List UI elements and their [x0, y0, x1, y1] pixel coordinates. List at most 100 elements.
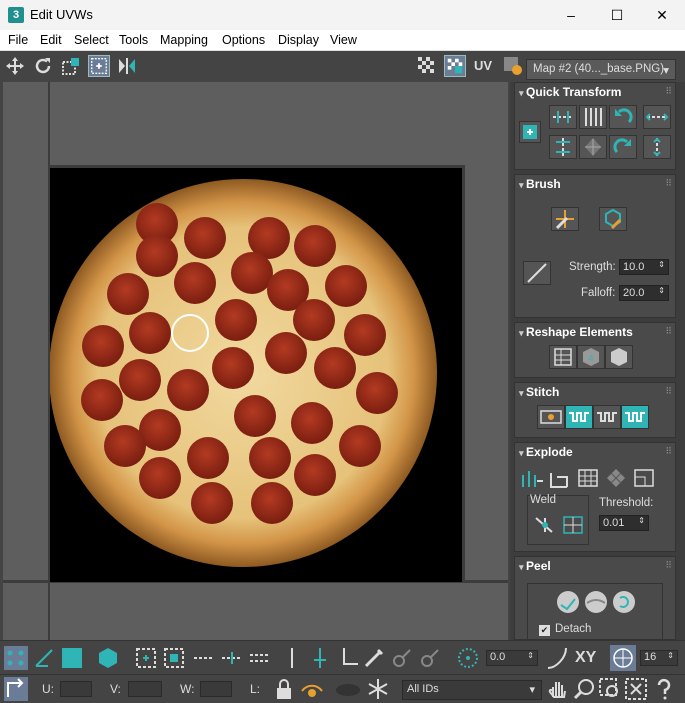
checker-icon[interactable]	[416, 55, 438, 77]
absolute-relative-icon[interactable]	[4, 677, 28, 701]
menu-view[interactable]: View	[330, 33, 357, 47]
peel-reset-icon[interactable]	[611, 589, 637, 615]
align-left-button[interactable]	[643, 105, 671, 129]
rectify-button[interactable]	[605, 345, 633, 369]
align-vertical-button[interactable]	[549, 135, 577, 159]
menu-file[interactable]: File	[8, 33, 28, 47]
point-to-point-icon[interactable]	[308, 646, 332, 670]
paint-shrink-icon[interactable]	[418, 646, 442, 670]
detach-checkbox[interactable]: ✔	[539, 625, 550, 636]
loop-icon[interactable]	[192, 646, 216, 670]
quick-align-button[interactable]	[519, 121, 541, 143]
vertex-select-icon[interactable]	[4, 646, 28, 670]
detach-edge-button[interactable]	[547, 467, 575, 491]
minimize-button[interactable]: –	[548, 0, 594, 30]
rollout-quick-transform: Quick Transform ⠿	[514, 82, 676, 170]
lock-icon[interactable]	[274, 678, 294, 700]
zoom-region-icon[interactable]	[598, 677, 622, 701]
curve-icon[interactable]	[546, 646, 570, 670]
explode-grid-button[interactable]	[575, 467, 603, 491]
rollout-stitch-title[interactable]: Stitch	[519, 385, 559, 399]
menu-select[interactable]: Select	[74, 33, 109, 47]
straighten-button[interactable]	[549, 345, 577, 369]
falloff-spinner[interactable]: 20.0 ⇕	[619, 285, 669, 301]
menu-tools[interactable]: Tools	[119, 33, 148, 47]
loop-grow-icon[interactable]	[220, 646, 244, 670]
shrink-selection-icon[interactable]	[162, 646, 186, 670]
close-button[interactable]: ✕	[639, 0, 685, 30]
threshold-spinner[interactable]: 0.01 ⇕	[599, 515, 649, 531]
menu-display[interactable]: Display	[278, 33, 319, 47]
map-select[interactable]: Map #2 (40..._base.PNG) ▾	[526, 59, 676, 80]
grid-snap-icon[interactable]	[610, 645, 636, 671]
weld-selected-icon[interactable]	[560, 514, 586, 536]
menu-mapping[interactable]: Mapping	[160, 33, 208, 47]
xy-toggle[interactable]: XY	[575, 649, 596, 667]
grip-icon: ⠿	[665, 386, 672, 396]
freeze-icon[interactable]	[366, 677, 390, 701]
detach-label: Detach	[555, 623, 592, 635]
rotate-icon[interactable]	[32, 55, 54, 77]
menu-options[interactable]: Options	[222, 33, 265, 47]
spinner-arrows-icon: ⇕	[658, 286, 665, 295]
edge-select-icon[interactable]	[32, 646, 56, 670]
explode-custom-button[interactable]	[631, 467, 659, 491]
space-horizontal-button[interactable]	[579, 135, 607, 159]
align-horizontal-button[interactable]	[549, 105, 577, 129]
relax-brush-button[interactable]	[599, 207, 627, 231]
ring-grow-icon[interactable]	[280, 646, 304, 670]
break-button[interactable]	[519, 467, 547, 491]
rollout-explode-title[interactable]: Explode	[519, 445, 573, 459]
angle-spinner[interactable]: 0.0 ⇕	[486, 650, 538, 666]
map-settings-icon[interactable]	[502, 55, 524, 77]
menu-edit[interactable]: Edit	[40, 33, 62, 47]
paint-select-icon[interactable]	[362, 646, 386, 670]
quick-peel-icon[interactable]	[555, 589, 581, 615]
maximize-button[interactable]: ☐	[594, 0, 640, 30]
stitch-to-target-button[interactable]	[565, 405, 593, 429]
v-field[interactable]	[128, 681, 162, 697]
stitch-custom-button[interactable]	[537, 405, 565, 429]
weld-target-icon[interactable]	[532, 514, 558, 536]
pan-hand-icon[interactable]	[546, 677, 570, 701]
eye-icon[interactable]	[300, 679, 324, 701]
edge-loop-icon[interactable]	[336, 646, 360, 670]
align-top-button[interactable]	[643, 135, 671, 159]
hide-icon[interactable]	[334, 679, 362, 701]
brush-falloff-button[interactable]	[523, 261, 551, 285]
texture-checker-icon[interactable]	[444, 55, 466, 77]
grid-size-spinner[interactable]: 16 ⇕	[640, 650, 678, 666]
element-select-icon[interactable]	[96, 646, 120, 670]
rollout-reshape-title[interactable]: Reshape Elements	[519, 325, 633, 339]
move-icon[interactable]	[4, 55, 26, 77]
space-vertical-button[interactable]	[579, 105, 607, 129]
polygon-select-icon[interactable]	[60, 646, 84, 670]
rollout-brush-title[interactable]: Brush	[519, 177, 561, 191]
uv-toggle-button[interactable]: UV	[474, 58, 492, 73]
rollout-peel-title[interactable]: Peel	[519, 559, 551, 573]
mirror-icon[interactable]	[116, 55, 138, 77]
explode-checker-button[interactable]	[603, 467, 631, 491]
rotate-cw-button[interactable]	[609, 135, 637, 159]
stitch-average-button[interactable]	[593, 405, 621, 429]
material-id-select[interactable]: All IDs ▾	[402, 680, 542, 700]
w-field[interactable]	[200, 681, 232, 697]
relax-button[interactable]: 4	[577, 345, 605, 369]
rollout-quick-transform-title[interactable]: Quick Transform	[519, 85, 621, 99]
rotate-angle-icon[interactable]	[456, 646, 480, 670]
stitch-to-source-button[interactable]	[621, 405, 649, 429]
scale-icon[interactable]	[60, 55, 82, 77]
paint-grow-icon[interactable]	[390, 646, 414, 670]
ring-icon[interactable]	[248, 646, 272, 670]
u-field[interactable]	[60, 681, 92, 697]
grow-selection-icon[interactable]	[134, 646, 158, 670]
zoom-icon[interactable]	[572, 677, 596, 701]
help-icon[interactable]	[652, 677, 676, 701]
peel-mode-icon[interactable]	[583, 589, 609, 615]
freeform-icon[interactable]	[88, 55, 110, 77]
rotate-ccw-button[interactable]	[609, 105, 637, 129]
paint-move-button[interactable]	[551, 207, 579, 231]
strength-spinner[interactable]: 10.0 ⇕	[619, 259, 669, 275]
zoom-extents-icon[interactable]	[624, 677, 648, 701]
bottom-toolbar: 0.0 ⇕ XY 16 ⇕	[0, 640, 685, 674]
